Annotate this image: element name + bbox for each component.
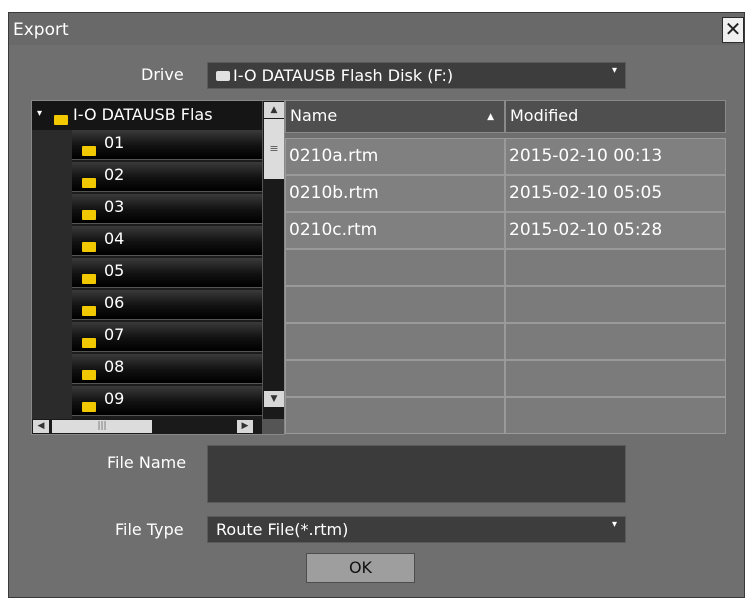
ok-button[interactable]: OK	[306, 553, 415, 583]
folder-open-icon	[54, 110, 68, 129]
tree-vertical-scrollbar[interactable]: ▲ ≡ ▼	[262, 101, 284, 419]
chevron-down-icon: ▾	[611, 519, 617, 530]
empty-cell	[285, 323, 505, 360]
drive-value-wrap: I-O DATAUSB Flash Disk (F:)	[216, 66, 453, 85]
empty-cell	[285, 397, 505, 434]
title-bar: Export ✕	[9, 13, 744, 45]
tree-horizontal-scrollbar[interactable]: ◀ ||| ▶	[32, 419, 262, 434]
empty-cell	[505, 397, 726, 434]
file-modified-cell[interactable]: 2015-02-10 00:13	[505, 138, 726, 175]
drive-label: Drive	[141, 65, 184, 84]
tree-folder[interactable]: 04	[72, 226, 262, 256]
tree-folder[interactable]: 01	[72, 130, 262, 160]
chevron-down-icon: ▾	[611, 65, 617, 76]
drive-select[interactable]: I-O DATAUSB Flash Disk (F:) ▾	[207, 62, 626, 89]
empty-cell	[505, 323, 726, 360]
expand-icon[interactable]: ▾	[37, 108, 42, 119]
folder-icon	[82, 173, 96, 192]
scroll-left-icon[interactable]: ◀	[33, 420, 49, 433]
empty-cell	[285, 249, 505, 286]
tree-folder-label: 06	[104, 293, 125, 312]
tree-folder[interactable]: 03	[72, 194, 262, 224]
tree-folder[interactable]: 09	[72, 386, 262, 416]
drive-icon	[216, 70, 230, 81]
tree-indent	[32, 130, 72, 420]
file-name-cell[interactable]: 0210a.rtm	[285, 138, 505, 175]
folder-icon	[82, 301, 96, 320]
file-type-value: Route File(*.rtm)	[216, 520, 349, 539]
scroll-right-icon[interactable]: ▶	[237, 420, 253, 433]
dialog-title: Export	[13, 20, 69, 40]
tree-folder[interactable]: 02	[72, 162, 262, 192]
folder-icon	[82, 333, 96, 352]
file-name-input[interactable]	[207, 445, 626, 503]
close-button[interactable]: ✕	[722, 17, 744, 43]
drive-value: I-O DATAUSB Flash Disk (F:)	[233, 66, 454, 85]
file-modified-cell[interactable]: 2015-02-10 05:28	[505, 212, 726, 249]
tree-folder-label: 01	[104, 133, 125, 152]
tree-folder[interactable]: 08	[72, 354, 262, 384]
tree-folder-label: 05	[104, 261, 125, 280]
column-header-label: Modified	[510, 106, 579, 125]
tree-folder[interactable]: 07	[72, 322, 262, 352]
file-name-cell[interactable]: 0210b.rtm	[285, 175, 505, 212]
empty-cell	[285, 360, 505, 397]
scrollbar-corner	[262, 419, 284, 434]
column-header-name[interactable]: Name ▲	[285, 100, 505, 133]
file-type-select[interactable]: Route File(*.rtm) ▾	[207, 516, 626, 543]
tree-root[interactable]: ▾ I-O DATAUSB Flas	[32, 101, 262, 130]
tree-folder[interactable]: 05	[72, 258, 262, 288]
tree-root-label: I-O DATAUSB Flas	[73, 105, 213, 124]
folder-tree: ▾ I-O DATAUSB Flas 01 02 03 04 05 06 07 …	[31, 100, 285, 435]
folder-icon	[82, 269, 96, 288]
tree-folder-label: 02	[104, 165, 125, 184]
horizontal-scroll-thumb[interactable]: |||	[52, 420, 152, 433]
folder-icon	[82, 365, 96, 384]
empty-cell	[285, 286, 505, 323]
folder-icon	[82, 141, 96, 160]
file-modified-cell[interactable]: 2015-02-10 05:05	[505, 175, 726, 212]
scroll-thumb[interactable]: ≡	[264, 119, 284, 179]
file-name-cell[interactable]: 0210c.rtm	[285, 212, 505, 249]
folder-icon	[82, 237, 96, 256]
empty-cell	[505, 360, 726, 397]
sort-ascending-icon: ▲	[487, 112, 494, 122]
tree-folder-label: 07	[104, 325, 125, 344]
column-header-modified[interactable]: Modified	[505, 100, 726, 133]
file-type-label: File Type	[115, 520, 184, 539]
folder-icon	[82, 397, 96, 416]
tree-folder-label: 09	[104, 389, 125, 408]
scroll-down-icon[interactable]: ▼	[264, 391, 284, 407]
file-table: Name ▲ Modified 0210a.rtm 2015-02-10 00:…	[285, 100, 726, 435]
scroll-up-icon[interactable]: ▲	[264, 102, 284, 118]
tree-folder-label: 03	[104, 197, 125, 216]
tree-folder[interactable]: 06	[72, 290, 262, 320]
empty-cell	[505, 249, 726, 286]
tree-folder-label: 04	[104, 229, 125, 248]
column-header-label: Name	[290, 106, 338, 125]
file-name-label: File Name	[107, 453, 187, 472]
empty-cell	[505, 286, 726, 323]
folder-icon	[82, 205, 96, 224]
tree-folder-label: 08	[104, 357, 125, 376]
export-dialog: Export ✕ Drive I-O DATAUSB Flash Disk (F…	[8, 12, 745, 598]
